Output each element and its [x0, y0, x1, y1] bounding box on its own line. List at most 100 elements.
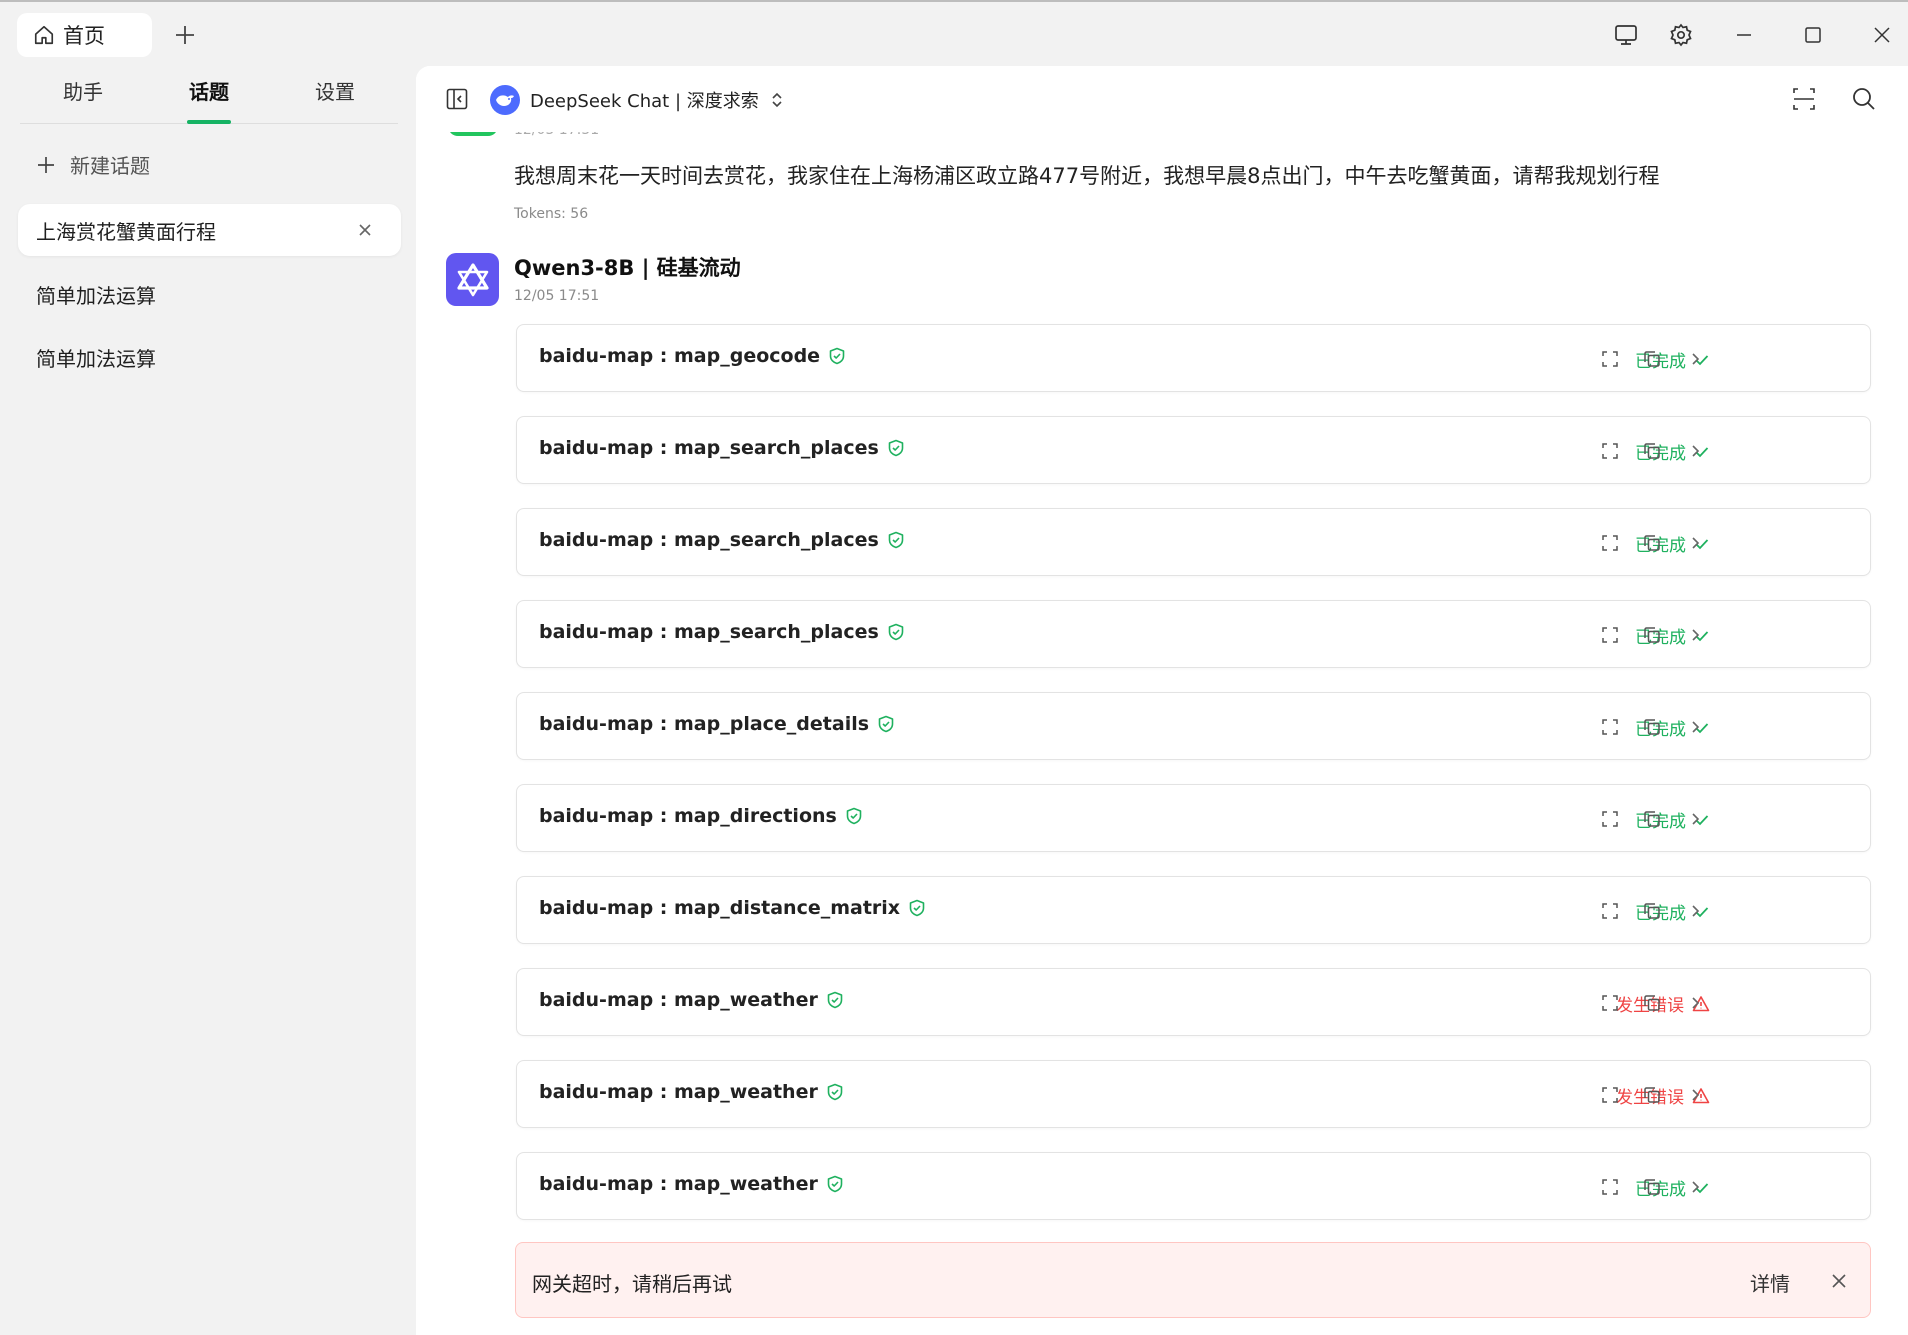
- tool-call-card[interactable]: baidu-map : map_weather 发生错误: [516, 1060, 1871, 1128]
- token-count: Tokens: 56: [514, 206, 589, 222]
- maximize-button[interactable]: [1797, 19, 1829, 51]
- bot-name: Qwen3-8B | 硅基流动: [514, 256, 741, 280]
- shield-check-icon: [908, 899, 926, 917]
- tool-call-title: baidu-map : map_search_places: [539, 529, 905, 551]
- expand-icon[interactable]: [1599, 532, 1621, 554]
- tool-call-card[interactable]: baidu-map : map_distance_matrix 已完成: [516, 876, 1871, 944]
- error-detail-link[interactable]: 详情: [1750, 1268, 1790, 1297]
- copy-icon[interactable]: [1641, 440, 1663, 462]
- tool-call-title: baidu-map : map_distance_matrix: [539, 897, 926, 919]
- close-window-button[interactable]: [1866, 19, 1898, 51]
- shield-check-icon: [828, 347, 846, 365]
- copy-icon[interactable]: [1641, 624, 1663, 646]
- tool-call-card[interactable]: baidu-map : map_place_details 已完成: [516, 692, 1871, 760]
- tool-call-title: baidu-map : map_search_places: [539, 621, 905, 643]
- copy-icon[interactable]: [1641, 808, 1663, 830]
- tool-call-name: baidu-map : map_weather: [539, 1173, 818, 1195]
- tool-call-card[interactable]: baidu-map : map_directions 已完成: [516, 784, 1871, 852]
- tool-call-card[interactable]: baidu-map : map_geocode 已完成: [516, 324, 1871, 392]
- chevron-right-icon[interactable]: [1684, 532, 1706, 554]
- chevron-right-icon[interactable]: [1684, 1176, 1706, 1198]
- tool-call-title: baidu-map : map_geocode: [539, 345, 846, 367]
- new-topic-button[interactable]: 新建话题: [36, 150, 150, 179]
- tool-call-title: baidu-map : map_search_places: [539, 437, 905, 459]
- tool-call-name: baidu-map : map_weather: [539, 1081, 818, 1103]
- expand-icon[interactable]: [1599, 716, 1621, 738]
- copy-icon[interactable]: [1641, 1084, 1663, 1106]
- expand-icon[interactable]: [1599, 1084, 1621, 1106]
- tool-call-name: baidu-map : map_weather: [539, 989, 818, 1011]
- chevron-right-icon[interactable]: [1684, 624, 1706, 646]
- copy-icon[interactable]: [1641, 1176, 1663, 1198]
- expand-icon[interactable]: [1599, 440, 1621, 462]
- home-icon: [34, 25, 54, 45]
- expand-icon[interactable]: [1599, 1176, 1621, 1198]
- chevron-right-icon[interactable]: [1684, 440, 1706, 462]
- topic-item-active[interactable]: 上海赏花蟹黄面行程: [18, 204, 401, 256]
- chevron-right-icon[interactable]: [1684, 1084, 1706, 1106]
- title-bar: 首页: [0, 0, 1908, 66]
- copy-icon[interactable]: [1641, 900, 1663, 922]
- chevron-right-icon[interactable]: [1684, 992, 1706, 1014]
- settings-button[interactable]: [1665, 19, 1697, 51]
- new-topic-label: 新建话题: [70, 154, 150, 178]
- error-message: 网关超时，请稍后再试: [532, 1272, 732, 1296]
- topic-label: 上海赏花蟹黄面行程: [36, 219, 216, 244]
- tool-call-name: baidu-map : map_search_places: [539, 529, 879, 551]
- expand-icon[interactable]: [1599, 348, 1621, 370]
- close-icon[interactable]: [355, 220, 375, 240]
- chevron-right-icon[interactable]: [1684, 716, 1706, 738]
- deepseek-logo: [490, 85, 520, 115]
- error-alert: 网关超时，请稍后再试 详情: [515, 1242, 1871, 1318]
- topic-label: 简单加法运算: [36, 283, 156, 308]
- expand-icon[interactable]: [1599, 992, 1621, 1014]
- tab-settings[interactable]: 设置: [272, 66, 398, 123]
- copy-icon[interactable]: [1641, 716, 1663, 738]
- qwen-logo: [446, 253, 499, 306]
- tool-call-title: baidu-map : map_weather: [539, 1173, 844, 1195]
- topic-label: 简单加法运算: [36, 346, 156, 371]
- model-name: DeepSeek Chat | 深度求索: [530, 91, 759, 112]
- topic-item[interactable]: 简单加法运算: [18, 268, 401, 320]
- bot-message-time: 12/05 17:51: [514, 288, 600, 304]
- copy-icon[interactable]: [1641, 532, 1663, 554]
- tab-home-label: 首页: [63, 24, 105, 48]
- expand-icon[interactable]: [1599, 900, 1621, 922]
- tool-call-card[interactable]: baidu-map : map_search_places 已完成: [516, 600, 1871, 668]
- model-selector[interactable]: DeepSeek Chat | 深度求索: [490, 85, 785, 115]
- tool-call-name: baidu-map : map_search_places: [539, 621, 879, 643]
- tool-call-card[interactable]: baidu-map : map_search_places 已完成: [516, 508, 1871, 576]
- tool-call-name: baidu-map : map_place_details: [539, 713, 870, 735]
- plus-icon: [38, 156, 54, 173]
- tool-call-card[interactable]: baidu-map : map_search_places 已完成: [516, 416, 1871, 484]
- chevron-right-icon[interactable]: [1684, 808, 1706, 830]
- topic-item[interactable]: 简单加法运算: [18, 331, 401, 383]
- tool-call-title: baidu-map : map_place_details: [539, 713, 895, 735]
- shield-check-icon: [887, 623, 905, 641]
- add-tab-button[interactable]: [170, 20, 200, 50]
- search-button[interactable]: [1850, 85, 1878, 113]
- tab-assistant[interactable]: 助手: [20, 66, 146, 123]
- scan-button[interactable]: [1790, 85, 1818, 113]
- close-icon: [1874, 27, 1890, 43]
- sidebar-tabs: 助手 话题 设置: [20, 66, 398, 124]
- scan-icon: [1793, 88, 1815, 110]
- expand-icon[interactable]: [1599, 808, 1621, 830]
- display-button[interactable]: [1610, 19, 1642, 51]
- chevron-right-icon[interactable]: [1684, 348, 1706, 370]
- close-icon[interactable]: [1828, 1270, 1850, 1292]
- chevron-right-icon[interactable]: [1684, 900, 1706, 922]
- sidebar-toggle-button[interactable]: [443, 85, 471, 113]
- tool-call-title: baidu-map : map_weather: [539, 1081, 844, 1103]
- minimize-button[interactable]: [1728, 19, 1760, 51]
- monitor-icon: [1615, 25, 1637, 45]
- search-icon: [1853, 88, 1875, 110]
- tool-call-name: baidu-map : map_search_places: [539, 437, 879, 459]
- tab-home[interactable]: 首页: [17, 13, 152, 57]
- tool-call-card[interactable]: baidu-map : map_weather 已完成: [516, 1152, 1871, 1220]
- tab-topics[interactable]: 话题: [146, 66, 272, 124]
- copy-icon[interactable]: [1641, 348, 1663, 370]
- copy-icon[interactable]: [1641, 992, 1663, 1014]
- tool-call-card[interactable]: baidu-map : map_weather 发生错误: [516, 968, 1871, 1036]
- expand-icon[interactable]: [1599, 624, 1621, 646]
